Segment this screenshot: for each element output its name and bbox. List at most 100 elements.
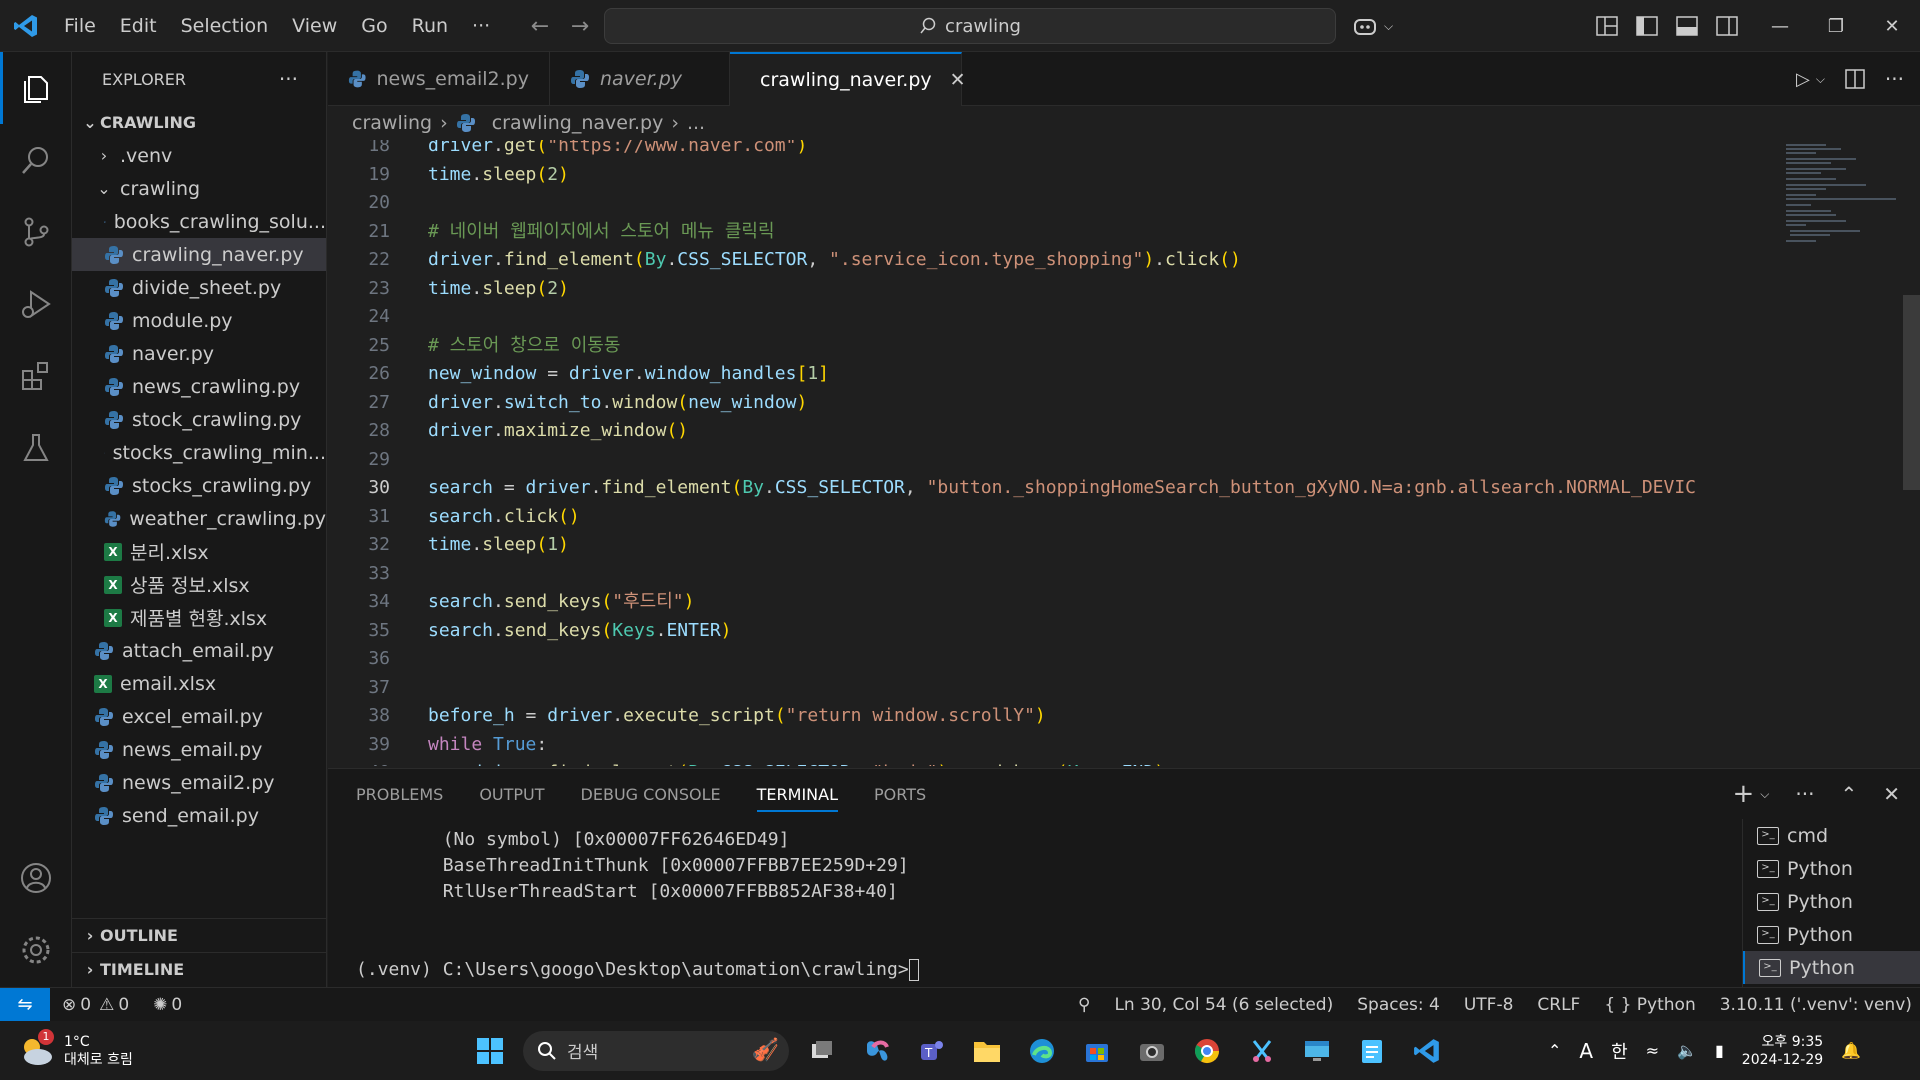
code-line[interactable]: 19 time.sleep(2) [328, 161, 1778, 189]
split-editor-icon[interactable] [1845, 69, 1865, 89]
code-line[interactable]: 33 [328, 560, 1778, 588]
editor-tab[interactable]: naver.py [550, 52, 730, 106]
breadcrumb-symbol[interactable]: ... [687, 112, 705, 134]
menu-item-more[interactable]: ··· [460, 0, 502, 52]
teams-icon[interactable]: T [906, 1025, 958, 1077]
close-window-icon[interactable]: ✕ [1864, 16, 1920, 37]
timeline-header[interactable]: › TIMELINE [72, 952, 327, 985]
settings-gear-icon[interactable] [0, 914, 72, 986]
workspace-root[interactable]: ⌄ CRAWLING [72, 106, 326, 139]
forward-arrow-icon[interactable]: → [560, 14, 600, 39]
search-icon[interactable] [0, 124, 72, 196]
store-icon[interactable] [1071, 1025, 1123, 1077]
encoding[interactable]: UTF-8 [1452, 995, 1526, 1015]
code-line[interactable]: 26 new_window = driver.window_handles[1] [328, 360, 1778, 388]
language-mode[interactable]: { } Python [1592, 995, 1707, 1015]
tree-file[interactable]: news_crawling.py [72, 370, 326, 403]
minimize-icon[interactable]: — [1752, 16, 1808, 37]
run-options-chevron-icon[interactable]: ⌵ [1816, 72, 1825, 87]
tree-file[interactable]: excel_email.py [72, 700, 326, 733]
panel-tab-debug-console[interactable]: DEBUG CONSOLE [581, 785, 721, 804]
menu-item-run[interactable]: Run [400, 0, 460, 52]
code-line[interactable]: 32 time.sleep(1) [328, 531, 1778, 559]
panel-tab-terminal[interactable]: TERMINAL [756, 777, 839, 812]
python-interpreter[interactable]: 3.10.11 ('.venv': venv) [1708, 995, 1920, 1015]
code-line[interactable]: 34 search.send_keys("후드티") [328, 588, 1778, 616]
chrome-icon[interactable] [1181, 1025, 1233, 1077]
task-view-icon[interactable] [796, 1025, 848, 1077]
code-line[interactable]: 21 # 네이버 웹페이지에서 스토어 메뉴 클릭릭 [328, 218, 1778, 246]
outline-header[interactable]: › OUTLINE [72, 919, 327, 952]
breadcrumb-file[interactable]: crawling_naver.py [492, 112, 664, 134]
code-editor[interactable]: 18 driver.get("https://www.naver.com") 19 t… [328, 140, 1778, 766]
terminal-chevron-icon[interactable]: ⌵ [1760, 787, 1769, 802]
panel-tab-output[interactable]: OUTPUT [479, 785, 544, 804]
start-button[interactable] [464, 1025, 516, 1077]
code-line[interactable]: 28 driver.maximize_window() [328, 417, 1778, 445]
code-line[interactable]: 30 search = driver.find_element(By.CSS_SE… [328, 474, 1778, 502]
menu-item-selection[interactable]: Selection [169, 0, 281, 52]
code-line[interactable]: 24 [328, 303, 1778, 331]
tree-file[interactable]: X 제품별 현황.xlsx [72, 601, 326, 634]
tree-file[interactable]: stock_crawling.py [72, 403, 326, 436]
terminal-output[interactable]: (No symbol) [0x00007FF62646ED49] BaseThr… [356, 827, 919, 983]
remote-desktop-icon[interactable] [1291, 1025, 1343, 1077]
code-line[interactable]: 36 [328, 645, 1778, 673]
battery-icon[interactable]: ▮ [1715, 1041, 1724, 1060]
clock[interactable]: 오후 9:35 2024-12-29 [1742, 1033, 1823, 1069]
ime-mode-a[interactable]: A [1579, 1039, 1593, 1063]
tree-file[interactable]: news_email.py [72, 733, 326, 766]
edge-icon[interactable] [1016, 1025, 1068, 1077]
code-line[interactable]: 35 search.send_keys(Keys.ENTER) [328, 617, 1778, 645]
editor-more-icon[interactable]: ··· [1885, 67, 1904, 91]
terminal-instance[interactable]: >_ Python [1743, 918, 1920, 951]
toggle-secondary-sidebar-icon[interactable] [1716, 16, 1738, 36]
source-control-icon[interactable] [0, 196, 72, 268]
cursor-position[interactable]: Ln 30, Col 54 (6 selected) [1102, 995, 1345, 1015]
tree-file[interactable]: module.py [72, 304, 326, 337]
extensions-icon[interactable] [0, 340, 72, 412]
notification-bell-icon[interactable]: 🔔 [1841, 1041, 1861, 1060]
code-line[interactable]: 27 driver.switch_to.window(new_window) [328, 389, 1778, 417]
tree-file[interactable]: stocks_crawling_min... [72, 436, 326, 469]
indentation[interactable]: Spaces: 4 [1345, 995, 1452, 1015]
tray-overflow-chevron-icon[interactable]: ⌃ [1548, 1041, 1561, 1060]
code-line[interactable]: 29 [328, 446, 1778, 474]
breadcrumb-folder[interactable]: crawling [352, 112, 432, 134]
restore-icon[interactable]: ❐ [1808, 16, 1864, 37]
code-line[interactable]: 22 driver.find_element(By.CSS_SELECTOR, "… [328, 246, 1778, 274]
tree-file[interactable]: stocks_crawling.py [72, 469, 326, 502]
tree-file[interactable]: attach_email.py [72, 634, 326, 667]
copilot-app-icon[interactable] [851, 1025, 903, 1077]
close-panel-icon[interactable]: ✕ [1883, 782, 1900, 806]
end-of-line[interactable]: CRLF [1525, 995, 1592, 1015]
weather-widget[interactable]: 1 1°C 대체로 흐림 [16, 1021, 133, 1080]
tree-file[interactable]: X 분리.xlsx [72, 535, 326, 568]
run-file-icon[interactable]: ▷ [1796, 69, 1810, 90]
back-arrow-icon[interactable]: ← [520, 14, 560, 39]
code-line[interactable]: 38 before_h = driver.execute_script("retu… [328, 702, 1778, 730]
code-line[interactable]: 23 time.sleep(2) [328, 275, 1778, 303]
vscode-taskbar-icon[interactable] [1401, 1025, 1453, 1077]
zoom-icon[interactable]: ⚲ [1066, 995, 1102, 1015]
toggle-panel-icon[interactable] [1676, 16, 1698, 36]
taskbar-search[interactable]: 검색 🎻 [523, 1030, 789, 1071]
notepad-icon[interactable] [1346, 1025, 1398, 1077]
ports-status[interactable]: ✺ 0 [141, 995, 194, 1015]
code-line[interactable]: 40 driver.find_element(By.CSS_SELECTOR, … [328, 759, 1778, 766]
menu-item-file[interactable]: File [52, 0, 108, 52]
editor-scrollbar[interactable] [1903, 295, 1920, 490]
maximize-panel-icon[interactable]: ⌃ [1840, 782, 1857, 806]
tree-file[interactable]: Xemail.xlsx [72, 667, 326, 700]
tree-file[interactable]: divide_sheet.py [72, 271, 326, 304]
panel-more-icon[interactable]: ··· [1795, 782, 1814, 806]
wifi-icon[interactable]: ≈ [1646, 1041, 1659, 1060]
new-terminal-icon[interactable]: + [1732, 779, 1754, 809]
minimap[interactable] [1778, 140, 1903, 766]
run-debug-icon[interactable] [0, 268, 72, 340]
command-center-search[interactable]: crawling [604, 8, 1336, 44]
editor-tab[interactable]: news_email2.py [328, 52, 550, 106]
code-line[interactable]: 18 driver.get("https://www.naver.com") [328, 140, 1778, 160]
code-line[interactable]: 31 search.click() [328, 503, 1778, 531]
ime-mode-korean[interactable]: 한 [1611, 1038, 1628, 1064]
